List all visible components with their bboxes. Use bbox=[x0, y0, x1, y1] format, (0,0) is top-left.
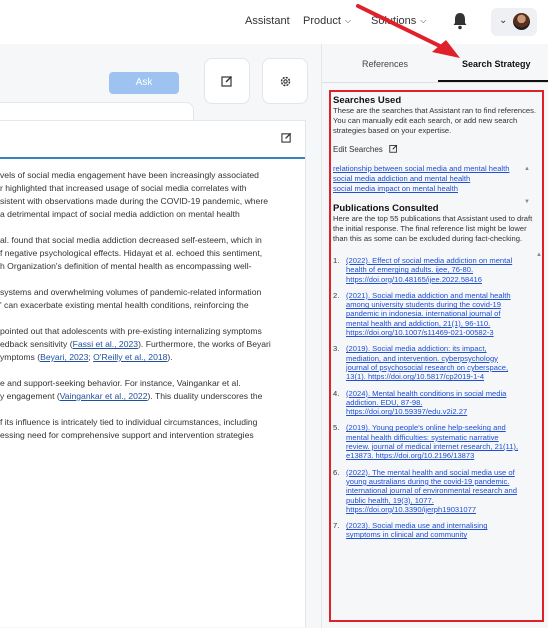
citation-link[interactable]: Beyari, 2023 bbox=[40, 352, 88, 362]
edit-icon[interactable] bbox=[281, 132, 292, 143]
nav-solutions-menu[interactable]: Solutions ⌵ bbox=[371, 15, 426, 27]
searches-heading: Searches Used bbox=[333, 95, 402, 106]
publication-item: 1. (2022). Effect of social media addicti… bbox=[333, 256, 538, 284]
publication-list: ▲ 1. (2022). Effect of social media addic… bbox=[333, 252, 542, 540]
publication-link[interactable]: (2022). The mental health and social med… bbox=[346, 468, 521, 514]
panel-tabs: References Search Strategy bbox=[322, 44, 548, 83]
edit-question-button[interactable] bbox=[204, 58, 250, 104]
search-strategy-highlight: Searches Used These are the searches tha… bbox=[329, 90, 544, 622]
bell-icon[interactable] bbox=[452, 12, 468, 30]
scroll-up-arrow-icon[interactable]: ▲ bbox=[536, 250, 542, 260]
edit-searches-button[interactable]: Edit Searches bbox=[333, 144, 538, 155]
answer-text-fragment: edback sensitivity ( bbox=[0, 339, 73, 349]
chevron-down-icon: ⌄ bbox=[499, 15, 508, 26]
publication-item: 7. (2023). Social media use and internali… bbox=[333, 521, 538, 540]
answer-line: ymptoms (Beyari, 2023; O'Reilly et al., … bbox=[0, 352, 173, 362]
publication-link[interactable]: (2019). Social media addiction: its impa… bbox=[346, 344, 521, 381]
settings-button[interactable] bbox=[262, 58, 308, 104]
publication-link[interactable]: (2023). Social media use and internalisi… bbox=[346, 521, 521, 540]
publication-link[interactable]: (2021). Social media addiction and menta… bbox=[346, 291, 521, 337]
publication-item: 5. (2019). Young people's online help-see… bbox=[333, 423, 538, 460]
publication-number: 4. bbox=[333, 388, 340, 398]
ask-button[interactable]: Ask bbox=[109, 72, 179, 94]
answer-line: edback sensitivity (Fassi et al., 2023).… bbox=[0, 338, 302, 351]
answer-header bbox=[0, 121, 305, 159]
tab-search-strategy[interactable]: Search Strategy bbox=[462, 59, 531, 69]
citation-link[interactable]: Vaingankar et al., 2022 bbox=[60, 391, 148, 401]
answer-line: al. found that social media addiction de… bbox=[0, 235, 262, 245]
answer-line: sistent with observations made during th… bbox=[0, 196, 268, 206]
nav-solutions-label: Solutions bbox=[371, 15, 417, 27]
publication-item: 3. (2019). Social media addiction: its im… bbox=[333, 344, 538, 381]
search-strategy-content: Searches Used These are the searches tha… bbox=[333, 95, 542, 547]
scroll-up-arrow-icon[interactable]: ▲ bbox=[524, 164, 530, 174]
answer-text-fragment: ymptoms ( bbox=[0, 352, 41, 362]
answer-line: f its influence is intricately tied to i… bbox=[0, 417, 258, 427]
answer-card: vels of social media engagement have bee… bbox=[0, 120, 306, 627]
publications-section: Publications Consulted Here are the top … bbox=[333, 203, 542, 540]
answer-paragraph: pointed out that adolescents with pre-ex… bbox=[0, 325, 302, 364]
nav-product-label: Product bbox=[303, 15, 341, 27]
scroll-down-arrow-icon[interactable]: ▼ bbox=[524, 197, 530, 207]
publications-heading: Publications Consulted bbox=[333, 203, 439, 214]
publication-link[interactable]: (2022). Effect of social media addiction… bbox=[346, 256, 521, 284]
answer-text-fragment: ). Furthermore, the works of Beyari bbox=[138, 339, 271, 349]
user-menu-button[interactable]: ⌄ bbox=[491, 8, 537, 36]
answer-line: a detrimental impact of social media add… bbox=[0, 209, 240, 219]
edit-icon bbox=[389, 144, 398, 153]
publication-link[interactable]: (2019). Young people's online help-seeki… bbox=[346, 423, 521, 460]
citation-link[interactable]: O'Reilly et al., 2018 bbox=[93, 352, 167, 362]
answer-text-fragment: ). This duality underscores the bbox=[147, 391, 263, 401]
answer-line: ' can exacerbate existing mental health … bbox=[0, 300, 249, 310]
publication-item: 6. (2022). The mental health and social m… bbox=[333, 468, 538, 514]
search-query-link[interactable]: social media addiction and mental health bbox=[333, 174, 528, 184]
edit-searches-label: Edit Searches bbox=[333, 145, 383, 154]
answer-line: e and support-seeking behavior. For inst… bbox=[0, 378, 241, 388]
top-navigation: Assistant Product ⌵ Solutions ⌵ ⌄ bbox=[0, 0, 548, 44]
publication-link[interactable]: (2024). Mental health conditions in soci… bbox=[346, 389, 521, 417]
nav-product-menu[interactable]: Product ⌵ bbox=[303, 15, 351, 27]
publication-number: 6. bbox=[333, 467, 340, 477]
chevron-down-icon: ⌵ bbox=[420, 16, 427, 25]
answer-line: systems and overwhelming volumes of pand… bbox=[0, 287, 262, 297]
edit-icon bbox=[221, 76, 232, 87]
tabs-divider bbox=[322, 82, 548, 83]
search-list: relationship between social media and me… bbox=[333, 164, 530, 205]
answer-line: f negative psychological effects. Hidaya… bbox=[0, 248, 263, 258]
publication-number: 5. bbox=[333, 423, 340, 433]
answer-line: h Organization's definition of mental he… bbox=[0, 261, 252, 271]
answer-line: r highlighted that increased usage of so… bbox=[0, 183, 247, 193]
nav-assistant-link[interactable]: Assistant bbox=[245, 15, 290, 27]
answer-paragraph: f its influence is intricately tied to i… bbox=[0, 416, 302, 442]
citation-link[interactable]: Fassi et al., 2023 bbox=[73, 339, 138, 349]
publication-number: 3. bbox=[333, 344, 340, 354]
searches-description: These are the searches that Assistant ra… bbox=[333, 106, 537, 135]
tab-references[interactable]: References bbox=[362, 59, 408, 69]
answer-line: vels of social media engagement have bee… bbox=[0, 170, 259, 180]
publication-number: 7. bbox=[333, 521, 340, 531]
search-query-link[interactable]: relationship between social media and me… bbox=[333, 164, 528, 174]
gear-icon bbox=[280, 76, 290, 86]
answer-line: essing need for comprehensive support an… bbox=[0, 430, 254, 440]
avatar bbox=[513, 13, 530, 30]
publication-item: 4. (2024). Mental health conditions in so… bbox=[333, 389, 538, 417]
answer-paragraph: al. found that social media addiction de… bbox=[0, 234, 302, 273]
publication-number: 2. bbox=[333, 290, 340, 300]
answer-paragraph: e and support-seeking behavior. For inst… bbox=[0, 377, 302, 403]
search-query-link[interactable]: social media impact on mental health bbox=[333, 184, 528, 194]
publication-item: 2. (2021). Social media addiction and men… bbox=[333, 291, 538, 337]
answer-line: pointed out that adolescents with pre-ex… bbox=[0, 326, 262, 336]
publications-description: Here are the top 55 publications that As… bbox=[333, 214, 533, 243]
answer-paragraph: systems and overwhelming volumes of pand… bbox=[0, 286, 302, 312]
answer-line: y engagement (Vaingankar et al., 2022). … bbox=[0, 391, 263, 401]
chevron-down-icon: ⌵ bbox=[344, 16, 351, 25]
answer-text: vels of social media engagement have bee… bbox=[0, 169, 302, 455]
answer-paragraph: vels of social media engagement have bee… bbox=[0, 169, 302, 221]
answer-text-fragment: y engagement bbox=[0, 391, 55, 401]
publication-number: 1. bbox=[333, 256, 340, 265]
